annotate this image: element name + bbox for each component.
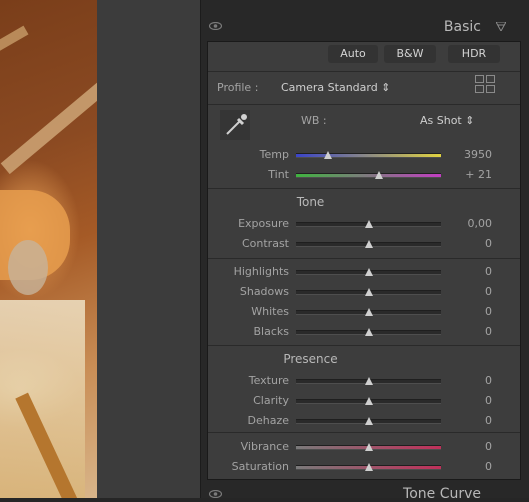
tone-curve-title: Tone Curve [403,486,481,502]
exposure-value[interactable]: 0,00 [440,217,493,230]
contrast-label: Contrast [241,237,289,250]
slider-thumb[interactable] [374,171,383,179]
profile-grid-icon[interactable] [475,75,495,93]
divider [208,104,520,105]
hdr-button[interactable]: HDR [448,45,500,63]
slider-thumb[interactable] [364,308,373,316]
bw-button[interactable]: B&W [384,45,436,63]
highlights-value[interactable]: 0 [440,265,492,278]
whites-label: Whites [251,305,289,318]
saturation-label: Saturation [231,460,289,473]
photo-detail [0,300,85,498]
exposure-label: Exposure [238,217,289,230]
temp-slider[interactable] [296,153,441,158]
clarity-value[interactable]: 0 [440,394,492,407]
saturation-value[interactable]: 0 [440,460,492,473]
develop-right-panel: Basic Auto B&W HDR Profile : Camera Stan… [200,0,529,502]
shadows-value[interactable]: 0 [440,285,492,298]
panel-title: Basic [443,19,481,35]
whites-value[interactable]: 0 [440,305,492,318]
dehaze-label: Dehaze [247,414,290,427]
slider-thumb[interactable] [364,220,373,228]
wb-dropdown[interactable]: As Shot ⇕ [420,114,474,127]
presence-section-title: Presence [283,352,338,366]
contrast-value[interactable]: 0 [440,237,492,250]
texture-label: Texture [248,374,289,387]
dehaze-value[interactable]: 0 [440,414,492,427]
slider-thumb[interactable] [364,377,373,385]
filmstrip-gutter [97,0,200,498]
tint-value[interactable]: + 21 [440,168,492,181]
tint-slider[interactable] [296,173,441,178]
basic-panel-body: Auto B&W HDR Profile : Camera Standard ⇕… [207,41,521,480]
photo-preview[interactable] [0,0,97,498]
vibrance-label: Vibrance [240,440,289,453]
slider-thumb[interactable] [364,328,373,336]
profile-dropdown[interactable]: Camera Standard ⇕ [281,81,390,94]
auto-button[interactable]: Auto [328,45,378,63]
eye-icon[interactable] [209,490,222,498]
tone-curve-panel-header[interactable]: Tone Curve [201,486,529,502]
tint-label: Tint [268,168,289,181]
slider-thumb[interactable] [364,288,373,296]
slider-thumb[interactable] [364,268,373,276]
eye-icon[interactable] [209,22,222,30]
eyedropper-icon[interactable] [220,110,250,140]
clarity-label: Clarity [253,394,289,407]
tone-section-title: Tone [296,195,325,209]
basic-panel-header[interactable]: Basic [201,14,529,40]
texture-value[interactable]: 0 [440,374,492,387]
slider-thumb[interactable] [364,443,373,451]
slider-thumb[interactable] [364,417,373,425]
wb-label: WB : [301,114,327,127]
slider-thumb[interactable] [364,463,373,471]
photo-detail [8,240,48,295]
divider [208,258,520,259]
divider [208,345,520,346]
highlights-label: Highlights [233,265,289,278]
photo-detail [0,79,97,175]
temp-label: Temp [259,148,289,161]
slider-thumb[interactable] [364,397,373,405]
profile-label: Profile : [217,81,259,94]
photo-detail [0,25,29,65]
shadows-label: Shadows [239,285,289,298]
slider-thumb[interactable] [323,151,332,159]
blacks-value[interactable]: 0 [440,325,492,338]
slider-thumb[interactable] [364,240,373,248]
divider [208,432,520,433]
collapse-triangle-icon[interactable] [496,22,506,31]
divider [208,188,520,189]
temp-value[interactable]: 3950 [440,148,492,161]
blacks-label: Blacks [253,325,290,338]
divider [208,71,520,72]
vibrance-value[interactable]: 0 [440,440,492,453]
